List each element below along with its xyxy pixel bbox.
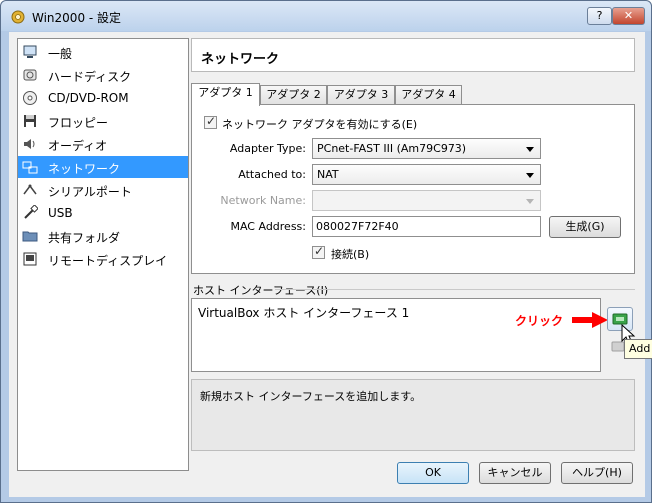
tab-adapter-1[interactable]: アダプタ 1 bbox=[191, 83, 260, 106]
sidebar-item-network[interactable]: ネットワーク bbox=[18, 156, 188, 178]
cd-icon bbox=[23, 91, 37, 105]
sidebar-item-remote-display[interactable]: リモートディスプレイ bbox=[18, 248, 188, 270]
enable-adapter-checkbox[interactable] bbox=[204, 114, 217, 129]
help-button[interactable]: ヘルプ(H) bbox=[561, 462, 633, 484]
sidebar-item-usb[interactable]: USB bbox=[18, 202, 188, 224]
mac-address-label: MAC Address: bbox=[230, 220, 306, 233]
gear-icon bbox=[11, 10, 25, 24]
adapter-type-value: PCnet-FAST III (Am79C973) bbox=[317, 142, 467, 155]
cable-connected-checkbox[interactable] bbox=[312, 244, 325, 259]
mac-address-value: 080027F72F40 bbox=[316, 220, 399, 233]
sidebar-item-label: CD/DVD-ROM bbox=[48, 91, 129, 105]
network-icon bbox=[22, 161, 38, 174]
ok-button[interactable]: OK bbox=[397, 462, 469, 484]
mac-address-input[interactable]: 080027F72F40 bbox=[312, 216, 541, 237]
description-panel: 新規ホスト インターフェースを追加します。 bbox=[191, 379, 635, 451]
sidebar-item-cd[interactable]: CD/DVD-ROM bbox=[18, 87, 188, 109]
sidebar-item-general[interactable]: 一般 bbox=[18, 41, 188, 63]
harddisk-icon bbox=[23, 69, 37, 81]
network-name-select bbox=[312, 190, 541, 211]
chevron-down-icon bbox=[526, 173, 534, 178]
cancel-button[interactable]: キャンセル bbox=[479, 462, 551, 484]
sidebar-item-label: リモートディスプレイ bbox=[48, 254, 168, 268]
tab-adapter-4[interactable]: アダプタ 4 bbox=[395, 85, 462, 105]
cable-connected-label: 接続(B) bbox=[331, 248, 370, 261]
floppy-icon bbox=[24, 115, 36, 127]
host-interface-group-title: ホスト インターフェース(I) bbox=[193, 284, 329, 297]
audio-icon bbox=[24, 139, 35, 149]
sidebar-item-serial[interactable]: シリアルポート bbox=[18, 179, 188, 201]
sidebar-item-floppy[interactable]: フロッピー bbox=[18, 110, 188, 132]
arrow-right-icon bbox=[572, 312, 608, 328]
list-item[interactable]: VirtualBox ホスト インターフェース 1 bbox=[198, 304, 409, 321]
usb-icon bbox=[24, 205, 38, 219]
click-annotation: クリック bbox=[515, 314, 564, 328]
folder-icon bbox=[22, 231, 38, 242]
adapter-panel: ネットワーク アダプタを有効にする(E) Adapter Type: PCnet… bbox=[191, 104, 635, 274]
serial-icon bbox=[23, 184, 37, 195]
window-title: Win2000 - 設定 bbox=[32, 11, 122, 25]
monitor-icon bbox=[23, 45, 37, 58]
sidebar-item-audio[interactable]: オーディオ bbox=[18, 133, 188, 155]
sidebar-item-label: フロッピー bbox=[48, 116, 109, 130]
settings-sidebar: 一般 ハードディスク CD/DVD-ROM フロッピー オーディオ ネットワーク… bbox=[17, 38, 189, 471]
sidebar-item-label: 共有フォルダ bbox=[48, 231, 121, 245]
attached-to-value: NAT bbox=[317, 168, 339, 181]
sidebar-item-label: ハードディスク bbox=[48, 70, 132, 84]
tooltip: Add bbox=[624, 339, 652, 359]
sidebar-item-label: 一般 bbox=[48, 47, 73, 61]
network-name-label: Network Name: bbox=[220, 194, 306, 207]
generate-mac-button[interactable]: 生成(G) bbox=[549, 216, 621, 238]
dialog-body: 一般 ハードディスク CD/DVD-ROM フロッピー オーディオ ネットワーク… bbox=[9, 32, 652, 497]
sidebar-item-shared-folders[interactable]: 共有フォルダ bbox=[18, 225, 188, 247]
tab-adapter-2[interactable]: アダプタ 2 bbox=[260, 85, 327, 105]
help-title-button[interactable]: ? bbox=[587, 7, 612, 25]
description-text: 新規ホスト インターフェースを追加します。 bbox=[200, 390, 422, 403]
attached-to-label: Attached to: bbox=[238, 168, 306, 181]
sidebar-item-label: USB bbox=[48, 206, 73, 220]
close-button[interactable]: ✕ bbox=[612, 7, 645, 25]
sidebar-item-harddisk[interactable]: ハードディスク bbox=[18, 64, 188, 86]
tab-adapter-3[interactable]: アダプタ 3 bbox=[327, 85, 395, 105]
page-title: ネットワーク bbox=[201, 52, 280, 67]
adapter-type-select[interactable]: PCnet-FAST III (Am79C973) bbox=[312, 138, 541, 159]
enable-adapter-label: ネットワーク アダプタを有効にする(E) bbox=[222, 118, 418, 131]
sidebar-item-label: シリアルポート bbox=[48, 185, 132, 199]
sidebar-item-label: オーディオ bbox=[48, 139, 108, 153]
remote-display-icon bbox=[23, 252, 37, 266]
host-interface-list[interactable]: VirtualBox ホスト インターフェース 1 bbox=[191, 298, 601, 372]
chevron-down-icon bbox=[526, 147, 534, 152]
adapter-type-label: Adapter Type: bbox=[229, 142, 306, 155]
chevron-down-icon bbox=[526, 199, 534, 204]
title-bar[interactable]: Win2000 - 設定 ? ✕ bbox=[1, 1, 651, 31]
sidebar-item-label: ネットワーク bbox=[48, 162, 121, 176]
attached-to-select[interactable]: NAT bbox=[312, 164, 541, 185]
settings-window: Win2000 - 設定 ? ✕ 一般 ハードディスク CD/DVD-ROM フ… bbox=[0, 0, 652, 503]
group-divider bbox=[275, 289, 635, 290]
section-header: ネットワーク bbox=[191, 38, 635, 72]
